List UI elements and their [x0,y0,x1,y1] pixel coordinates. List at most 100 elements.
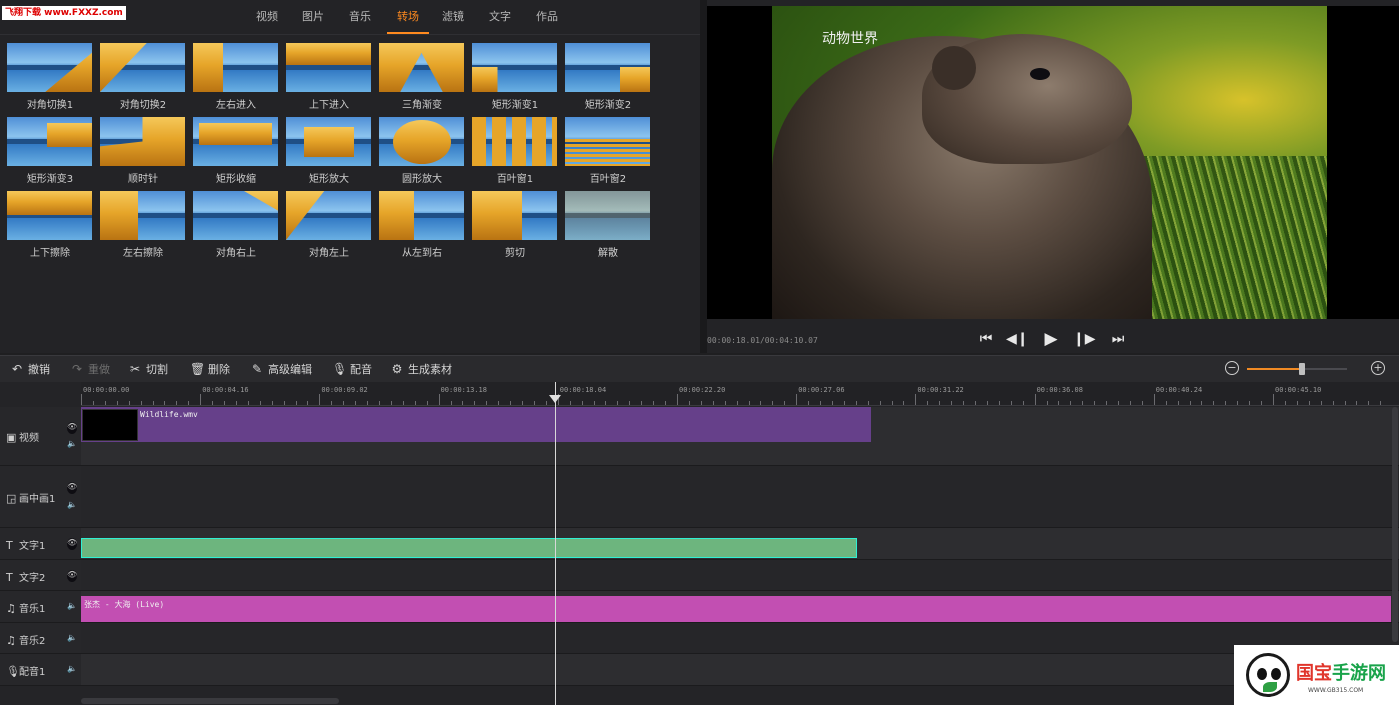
transition-label: 矩形渐变2 [584,100,632,111]
transition-item[interactable]: 矩形放大 [286,117,372,187]
ruler-tick [1106,401,1108,405]
tab-filter[interactable]: 滤镜 [438,0,468,34]
lane-pip[interactable] [81,466,1399,528]
tab-transition[interactable]: 转场 [387,0,429,34]
video-clip-thumbnail [82,409,138,441]
dub-button[interactable]: 🎙 配音 [332,356,372,383]
panel-divider[interactable] [700,0,707,353]
transition-item[interactable]: 矩形收缩 [193,117,279,187]
ruler-tick [796,394,798,405]
visibility-eye-icon[interactable]: 👁 [67,538,77,550]
ruler-tick [152,401,154,405]
transition-label: 圆形放大 [402,174,442,185]
track-header-video: ▣ 视频 👁 🔈 [0,407,81,466]
ruler-tick-label: 00:00:04.16 [202,386,249,394]
visibility-eye-icon[interactable]: 👁 [67,570,77,582]
zoom-slider[interactable] [1247,363,1347,375]
track-label: 文字2 [19,573,46,584]
skip-to-end-icon[interactable]: ⏭ [1107,328,1129,350]
cut-button[interactable]: ✂ 切割 [128,356,168,383]
playhead-line[interactable] [555,382,556,705]
transition-item[interactable]: 矩形渐变1 [472,43,558,113]
ruler-tick [748,401,750,405]
transition-item[interactable]: 顺时针 [100,117,186,187]
transition-item[interactable]: 从左到右 [379,191,465,261]
ruler-tick [665,401,667,405]
transition-item[interactable]: 剪切 [472,191,558,261]
visibility-eye-icon[interactable]: 👁 [67,422,77,434]
play-icon[interactable]: ▶ [1040,328,1062,350]
ruler-tick [1094,401,1096,405]
ruler-tick [641,401,643,405]
tab-image[interactable]: 图片 [298,0,328,34]
text-track-icon: T [6,539,13,552]
lane-dub1[interactable] [81,654,1399,686]
transition-label: 左右擦除 [123,248,163,259]
volume-speaker-icon[interactable]: 🔈 [67,500,77,509]
lane-music2[interactable] [81,623,1399,654]
transition-item[interactable]: 矩形渐变3 [7,117,93,187]
zoom-in-icon[interactable]: + [1371,361,1385,375]
visibility-eye-icon[interactable]: 👁 [67,482,77,494]
horizontal-scrollbar[interactable] [81,698,339,704]
panda-logo-icon [1246,653,1290,697]
transition-item[interactable]: 矩形渐变2 [565,43,651,113]
zoom-slider-knob[interactable] [1299,363,1305,375]
ruler-tick [879,401,881,405]
tab-text[interactable]: 文字 [485,0,515,34]
ruler-tick [867,401,869,405]
transition-item[interactable]: 圆形放大 [379,117,465,187]
volume-speaker-icon[interactable]: 🔈 [67,601,77,610]
delete-button[interactable]: 🗑 删除 [190,356,230,383]
tab-video[interactable]: 视频 [252,0,282,34]
transition-item[interactable]: 对角右上 [193,191,279,261]
ruler-tick-label: 00:00:36.08 [1036,386,1083,394]
generate-button[interactable]: ⚙ 生成素材 [390,356,452,383]
text-clip[interactable] [81,538,857,558]
video-clip[interactable]: Wildlife.wmv [81,407,871,442]
transition-thumbnail [193,43,278,92]
volume-speaker-icon[interactable]: 🔈 [67,633,77,642]
lane-text2[interactable] [81,560,1399,591]
preview-panel: 动物世界 00:00:18.01/00:04:10.07 ⏮ ◀❙ ▶ ❙▶ ⏭ [707,0,1399,353]
transition-item[interactable]: 对角切换2 [100,43,186,113]
ruler-tick [998,401,1000,405]
transition-item[interactable]: 解散 [565,191,651,261]
tab-music[interactable]: 音乐 [345,0,375,34]
transition-thumbnail [193,117,278,166]
undo-button[interactable]: ↶ 撤销 [10,356,50,383]
redo-button[interactable]: ↷ 重做 [70,356,110,383]
transition-item[interactable]: 上下擦除 [7,191,93,261]
step-forward-icon[interactable]: ❙▶ [1073,328,1096,350]
zoom-out-icon[interactable]: − [1225,361,1239,375]
time-ruler[interactable]: 00:00:00.00 00:00:04.16 00:00:09.02 00:00:1… [81,382,1399,406]
ruler-tick [498,401,500,405]
transition-item[interactable]: 百叶窗2 [565,117,651,187]
transition-label: 顺时针 [128,174,158,185]
ruler-tick [1070,401,1072,405]
playhead-handle[interactable] [549,395,561,403]
volume-speaker-icon[interactable]: 🔈 [67,664,77,673]
transition-label: 三角渐变 [402,100,442,111]
transition-item[interactable]: 对角左上 [286,191,372,261]
skip-to-start-icon[interactable]: ⏮ [975,328,997,350]
ruler-tick [355,401,357,405]
transition-item[interactable]: 百叶窗1 [472,117,558,187]
ruler-tick [235,401,237,405]
volume-speaker-icon[interactable]: 🔈 [67,439,77,448]
music-clip[interactable]: 张杰 - 大海 (Live) [81,596,1391,622]
transition-label: 上下进入 [309,100,349,111]
scissors-icon: ✂ [129,362,141,376]
vertical-scrollbar[interactable] [1392,407,1398,642]
transition-item[interactable]: 左右擦除 [100,191,186,261]
transition-item[interactable]: 上下进入 [286,43,372,113]
transition-item[interactable]: 三角渐变 [379,43,465,113]
tab-works[interactable]: 作品 [532,0,562,34]
step-back-icon[interactable]: ◀❙ [1006,328,1029,350]
ruler-tick [295,401,297,405]
advanced-edit-button[interactable]: ✎ 高级编辑 [250,356,312,383]
transition-item[interactable]: 对角切换1 [7,43,93,113]
transition-item[interactable]: 左右进入 [193,43,279,113]
ruler-tick [1201,401,1203,405]
ruler-tick [319,394,321,405]
